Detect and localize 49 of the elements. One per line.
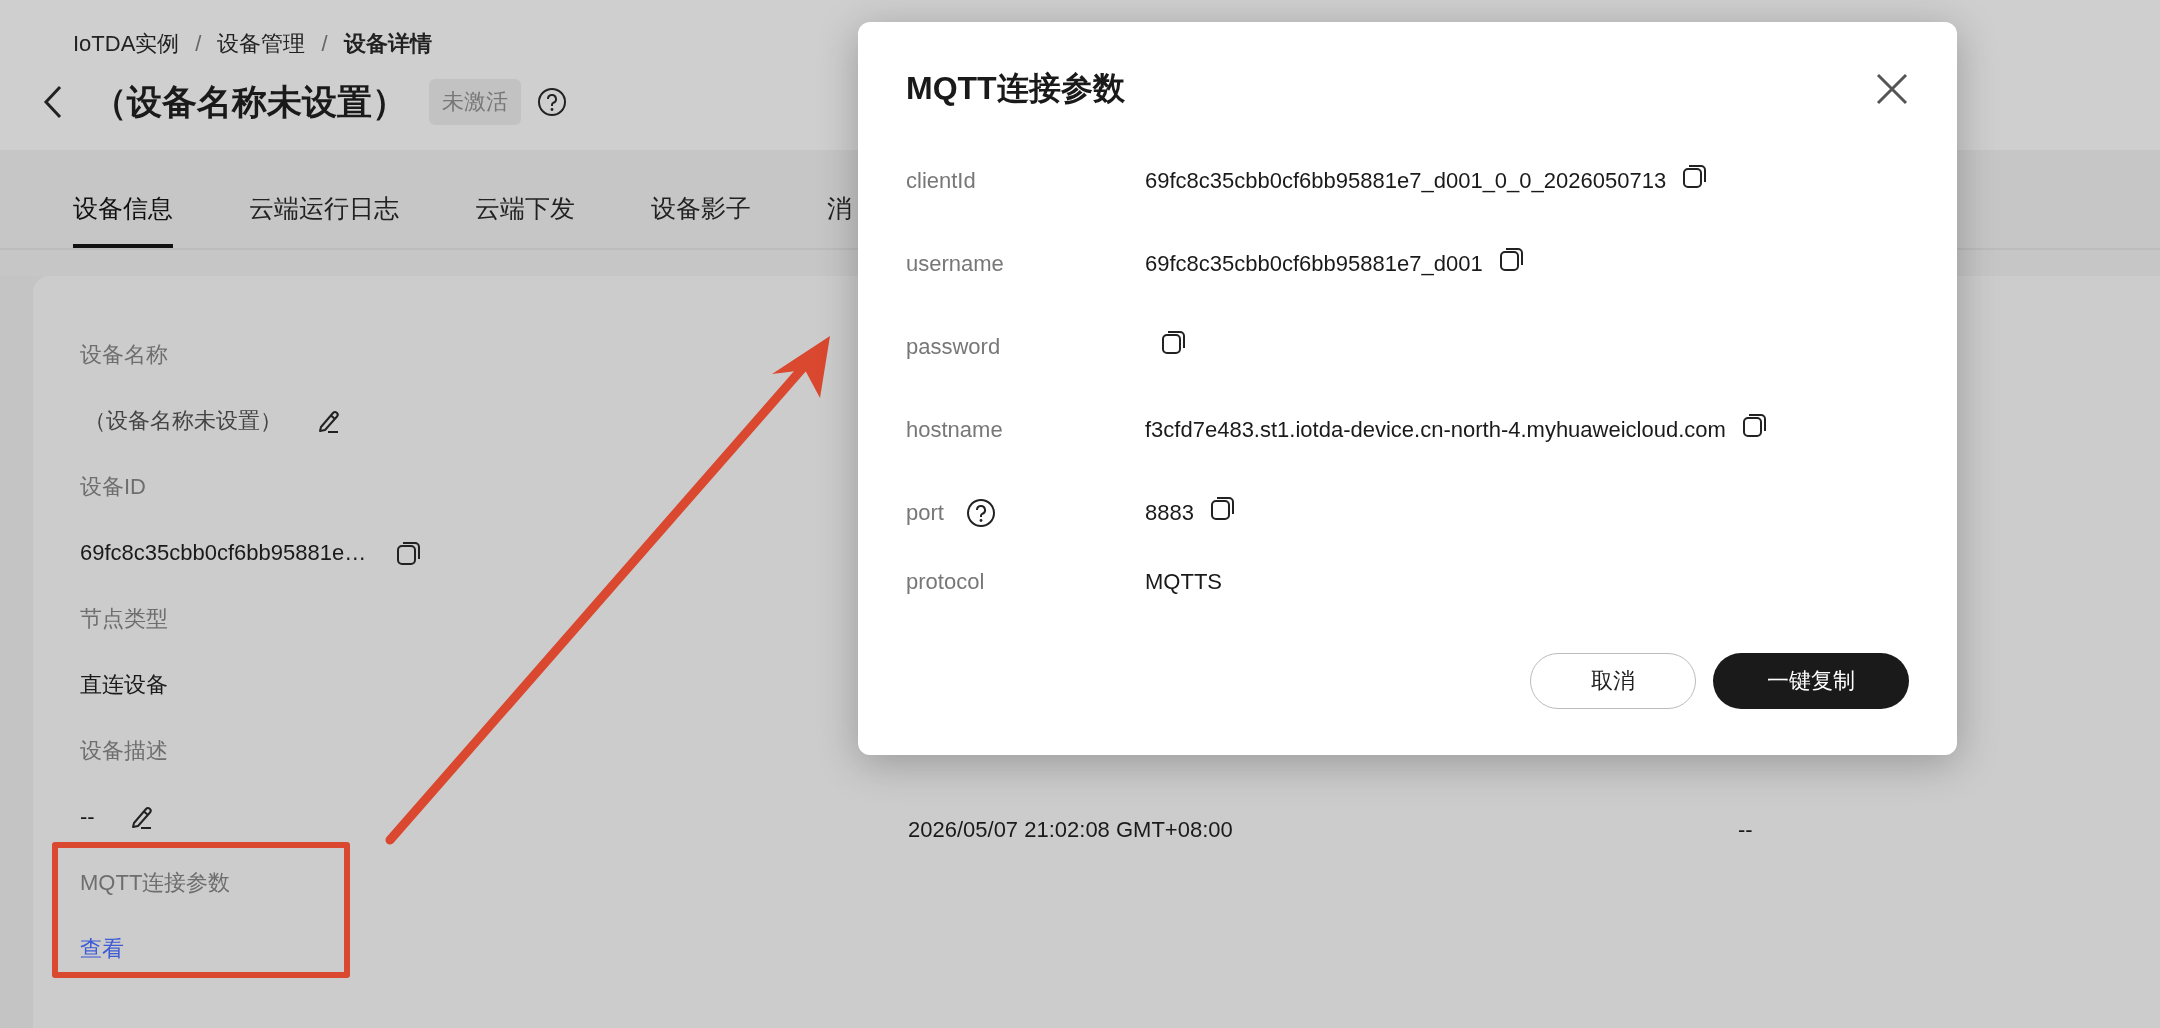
edit-icon[interactable] [316, 408, 342, 434]
tab[interactable]: 设备影子 [651, 192, 751, 248]
copy-all-button[interactable]: 一键复制 [1713, 653, 1909, 709]
field-label: 节点类型 [80, 605, 168, 633]
tab[interactable]: 云端运行日志 [249, 192, 399, 248]
field-label: 设备描述 [80, 737, 168, 765]
tab[interactable]: 云端下发 [475, 192, 575, 248]
param-label: clientId [906, 167, 976, 194]
param-label: hostname [906, 416, 1003, 443]
copy-icon[interactable] [1682, 162, 1709, 189]
view-link[interactable]: 查看 [80, 934, 124, 964]
breadcrumb-link[interactable]: IoTDA实例 [73, 29, 180, 59]
cancel-button[interactable]: 取消 [1530, 653, 1696, 709]
tab[interactable]: 设备信息 [73, 192, 173, 248]
param-label: password [906, 333, 1001, 360]
field-label: 设备名称 [80, 341, 168, 369]
breadcrumb-link[interactable]: 设备管理 [217, 29, 306, 59]
breadcrumb-separator: / [195, 31, 202, 57]
param-value: MQTTS [1145, 569, 1222, 595]
field-value: 2026/05/07 21:02:08 GMT+08:00 [908, 817, 1233, 843]
field-value: -- [80, 804, 95, 830]
field-label: MQTT连接参数 [80, 869, 231, 897]
param-value: 69fc8c35cbb0cf6bb95881e7_d001 [1145, 250, 1483, 277]
param-value: f3cfd7e483.st1.iotda-device.cn-north-4.myhuaweicloud.com [1145, 416, 1726, 443]
param-value: 8883 [1145, 499, 1194, 526]
field-value: （设备名称未设置） [83, 407, 282, 435]
breadcrumb-current: 设备详情 [343, 30, 432, 58]
copy-icon[interactable] [1161, 328, 1187, 355]
field-value: 69fc8c35cbb0cf6bb95881e… [80, 540, 367, 566]
tab[interactable]: 消 [827, 192, 852, 248]
param-label: port [906, 499, 944, 526]
field-label: 设备ID [80, 473, 146, 501]
field-value: 直连设备 [80, 671, 168, 699]
help-icon[interactable] [965, 497, 996, 528]
param-value: 69fc8c35cbb0cf6bb95881e7_d001_0_0_2026050713 [1145, 167, 1667, 194]
breadcrumb-separator: / [321, 31, 328, 57]
param-label: username [906, 250, 1004, 277]
field-value: -- [1738, 817, 1753, 843]
help-icon[interactable] [537, 87, 567, 117]
copy-icon[interactable] [396, 540, 423, 566]
copy-icon[interactable] [1209, 494, 1236, 521]
page-title: （设备名称未设置） [92, 80, 407, 123]
close-icon[interactable] [1875, 72, 1909, 106]
copy-icon[interactable] [1741, 411, 1768, 438]
dialog-title: MQTT连接参数 [906, 69, 1125, 108]
back-icon[interactable] [42, 84, 64, 120]
copy-icon[interactable] [1498, 245, 1525, 272]
param-label: protocol [906, 569, 985, 595]
status-badge: 未激活 [429, 79, 521, 125]
